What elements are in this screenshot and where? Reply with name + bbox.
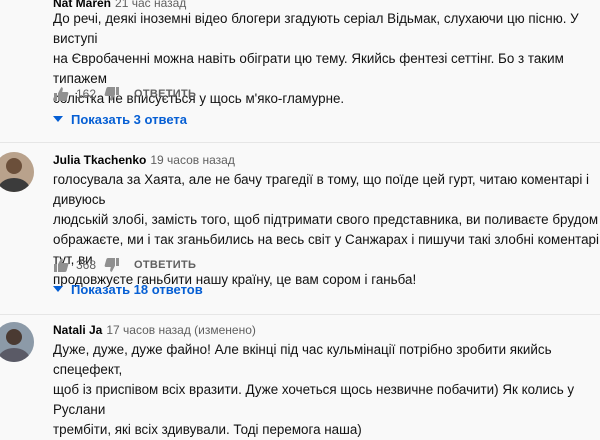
show-replies-label: Показать 18 ответов [71,281,203,297]
caret-down-icon [53,114,63,124]
comment-text-line: трембіти, які всіх здивували. Тоді перем… [53,422,362,437]
avatar[interactable] [0,152,34,192]
avatar[interactable] [0,322,34,362]
thumb-up-icon[interactable] [53,86,69,102]
comment-header: Natali Ja 17 часов назад (изменено) [53,322,256,338]
comment-header: Julia Tkachenko 19 часов назад [53,152,235,168]
comment-author[interactable]: Natali Ja [53,323,102,337]
comment-timestamp[interactable]: 17 часов назад (изменено) [106,323,256,337]
like-count: 162 [76,87,97,101]
divider [0,314,600,315]
caret-down-icon [53,284,63,294]
comment-1: Nat Maren 21 час назад До речі, деякі іно… [0,0,600,135]
comment-text-line: щоб із приспівом всіх вразити. Дуже хоче… [53,382,575,417]
comment-text: Дуже, дуже, дуже файно! Але вкінці під ч… [53,340,600,440]
like-count: 368 [76,258,97,272]
divider [0,142,600,143]
show-replies-button[interactable]: Показать 3 ответа [53,110,187,128]
comment-text-line: голосувала за Хаята, але не бачу трагеді… [53,172,590,207]
comment-text-line: Дуже, дуже, дуже файно! Але вкінці під ч… [53,342,552,377]
comment-author[interactable]: Julia Tkachenko [53,153,146,167]
thumb-down-icon[interactable] [104,257,120,273]
thumb-down-icon[interactable] [104,86,120,102]
comment-actions: 162 ОТВЕТИТЬ [53,86,196,102]
comment-2: Julia Tkachenko 19 часов назад голосувала… [0,152,600,302]
thumb-up-icon[interactable] [53,257,69,273]
comment-3: Natali Ja 17 часов назад (изменено) Дуже,… [0,322,600,437]
comment-text-line: До речі, деякі іноземні відео блогери зг… [53,11,579,46]
comment-actions: 368 ОТВЕТИТЬ [53,257,196,273]
comment-text-line: людській злобі, замість того, щоб підтри… [53,212,600,227]
show-replies-button[interactable]: Показать 18 ответов [53,280,203,298]
comment-text-line: на Євробаченні можна навіть обіграти цю … [53,51,564,86]
show-replies-label: Показать 3 ответа [71,111,187,127]
reply-button[interactable]: ОТВЕТИТЬ [134,259,196,271]
reply-button[interactable]: ОТВЕТИТЬ [134,88,196,100]
comment-timestamp[interactable]: 19 часов назад [150,153,234,167]
